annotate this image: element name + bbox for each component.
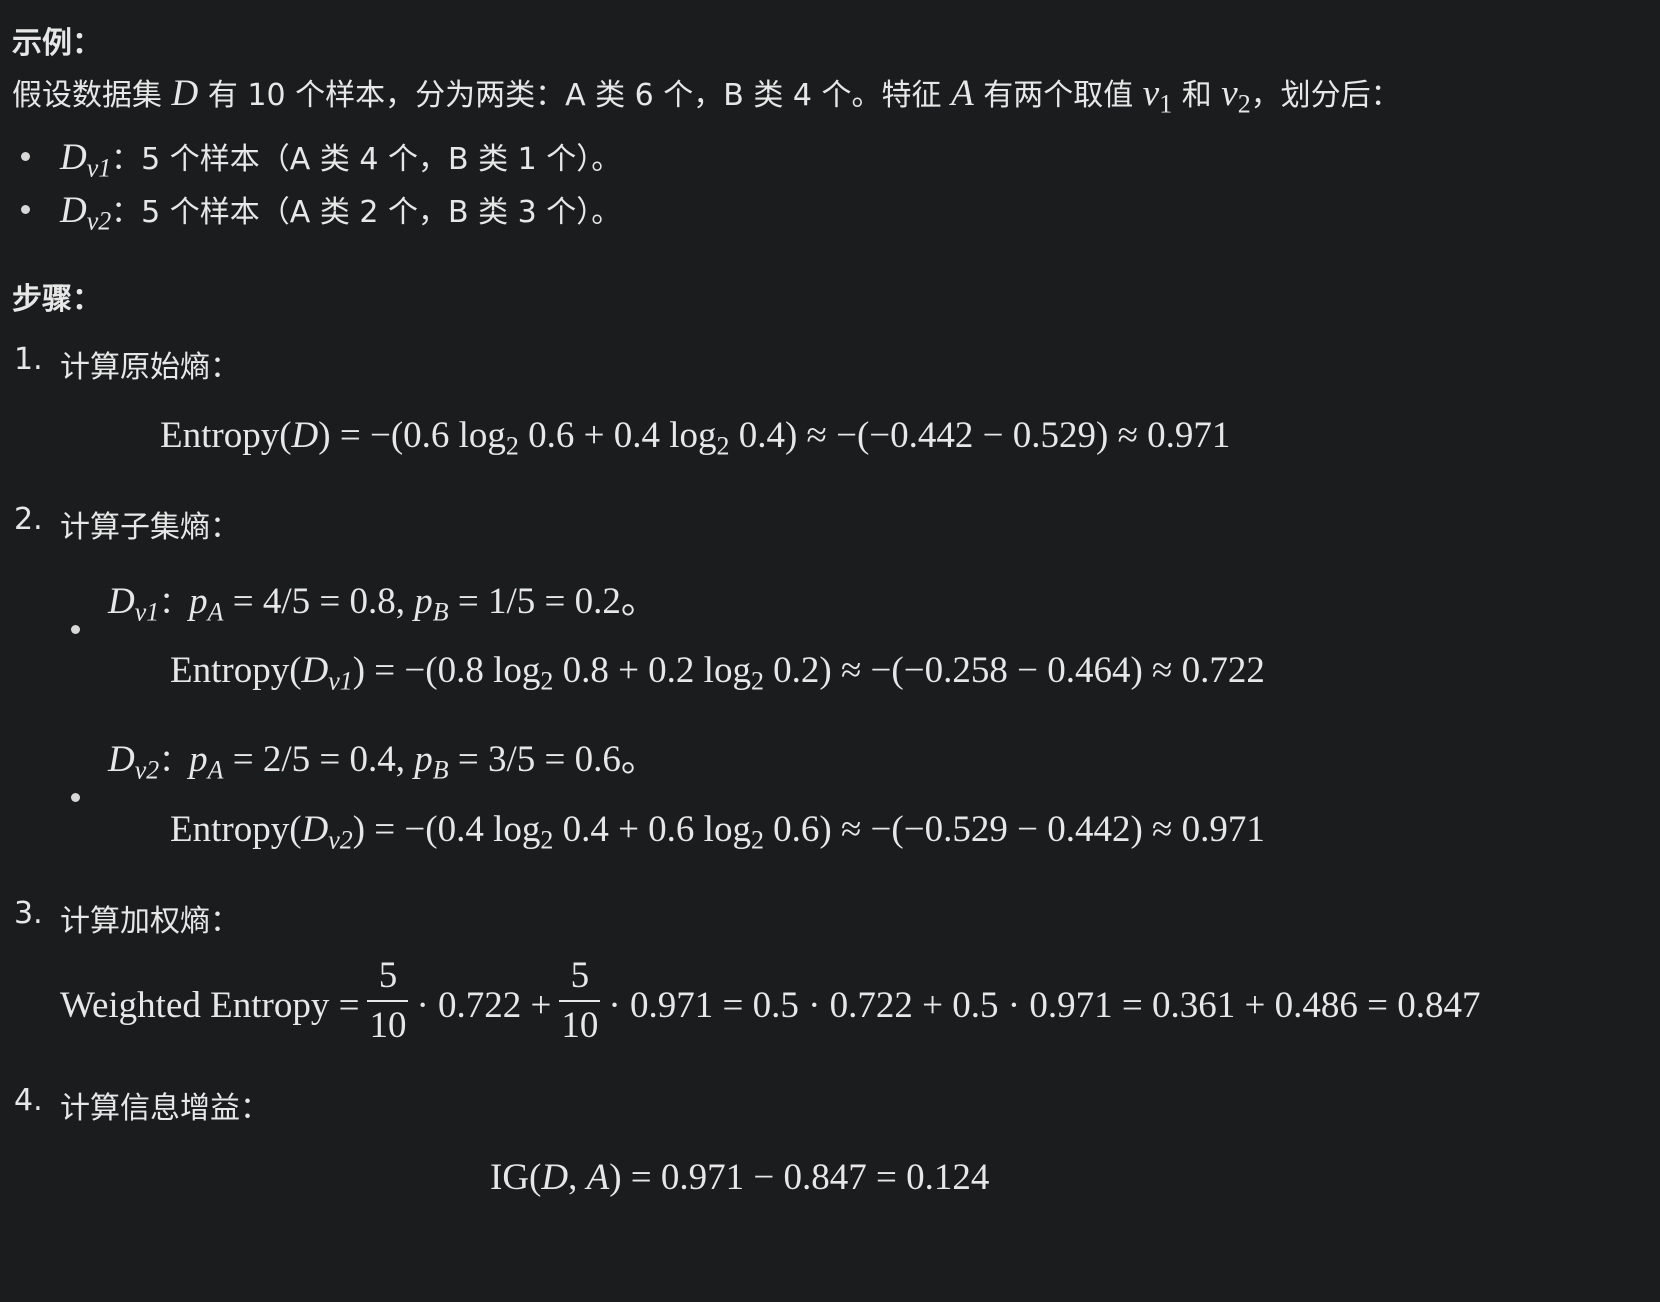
value-v1-symbol: v1: [1142, 73, 1173, 119]
information-gain-formula: IG(D, A) = 0.971 − 0.847 = 0.124: [490, 1157, 990, 1198]
fraction: 5 10: [367, 955, 409, 1046]
intro-text-1: 假设数据集: [12, 78, 172, 113]
intro-and: 和: [1172, 78, 1222, 113]
example-heading: 示例：: [12, 26, 102, 61]
steps-heading: 步骤：: [12, 282, 102, 317]
weighted-entropy-formula: Weighted Entropy = 5 10 · 0.722 + 5 10 ·…: [60, 955, 1481, 1052]
bullet-dot: [21, 205, 30, 214]
value-v2-symbol: v2: [1221, 73, 1251, 119]
bullet-dot: [71, 793, 80, 802]
entropy-formula-subset: Entropy(Dv1) = −(0.8 log2 0.8 + 0.2 log2…: [170, 650, 1265, 696]
step-3-label: 计算加权熵：: [60, 904, 240, 939]
list-item: Dv1：5 个样本（A 类 4 个，B 类 1 个）。: [60, 134, 622, 183]
entropy-formula-subset: Entropy(Dv2) = −(0.4 log2 0.4 + 0.6 log2…: [170, 809, 1265, 855]
weighted-lhs: Weighted Entropy =: [60, 984, 360, 1026]
dataset-symbol: D: [171, 73, 199, 114]
bullet-dot: [21, 152, 30, 161]
bullet-dot: [71, 625, 80, 634]
subset-probabilities: Dv2：pA = 2/5 = 0.4, pB = 3/5 = 0.6。: [108, 739, 658, 785]
subset-probabilities: Dv1：pA = 4/5 = 0.8, pB = 1/5 = 0.2。: [108, 581, 658, 627]
intro-paragraph: 假设数据集 D 有 10 个样本，分为两类：A 类 6 个，B 类 4 个。特征…: [12, 70, 1401, 119]
weighted-mid: · 0.722 +: [416, 984, 552, 1026]
fraction: 5 10: [559, 955, 601, 1046]
list-item-text: ：5 个样本（A 类 2 个，B 类 3 个）。: [111, 195, 622, 230]
step-3-number: 3.: [14, 896, 43, 931]
subset-symbol: Dv1: [60, 137, 112, 183]
list-item: Dv2：5 个样本（A 类 2 个，B 类 3 个）。: [60, 187, 622, 236]
step-1-number: 1.: [14, 342, 43, 377]
intro-text-4: ，划分后：: [1250, 78, 1401, 113]
step-1-label: 计算原始熵：: [60, 350, 240, 385]
step-4-number: 4.: [14, 1083, 43, 1118]
list-item-text: ：5 个样本（A 类 4 个，B 类 1 个）。: [111, 142, 622, 177]
feature-symbol: A: [951, 73, 974, 114]
intro-text-3: 有两个取值: [973, 78, 1143, 113]
step-4-label: 计算信息增益：: [60, 1091, 270, 1126]
subset-symbol: Dv2: [60, 190, 112, 236]
intro-text-2: 有 10 个样本，分为两类：A 类 6 个，B 类 4 个。特征: [198, 78, 952, 113]
step-2-label: 计算子集熵：: [60, 510, 240, 545]
entropy-formula-original: Entropy(D) = −(0.6 log2 0.6 + 0.4 log2 0…: [160, 415, 1231, 461]
weighted-rest: · 0.971 = 0.5 · 0.722 + 0.5 · 0.971 = 0.…: [608, 984, 1481, 1026]
step-2-number: 2.: [14, 502, 43, 537]
